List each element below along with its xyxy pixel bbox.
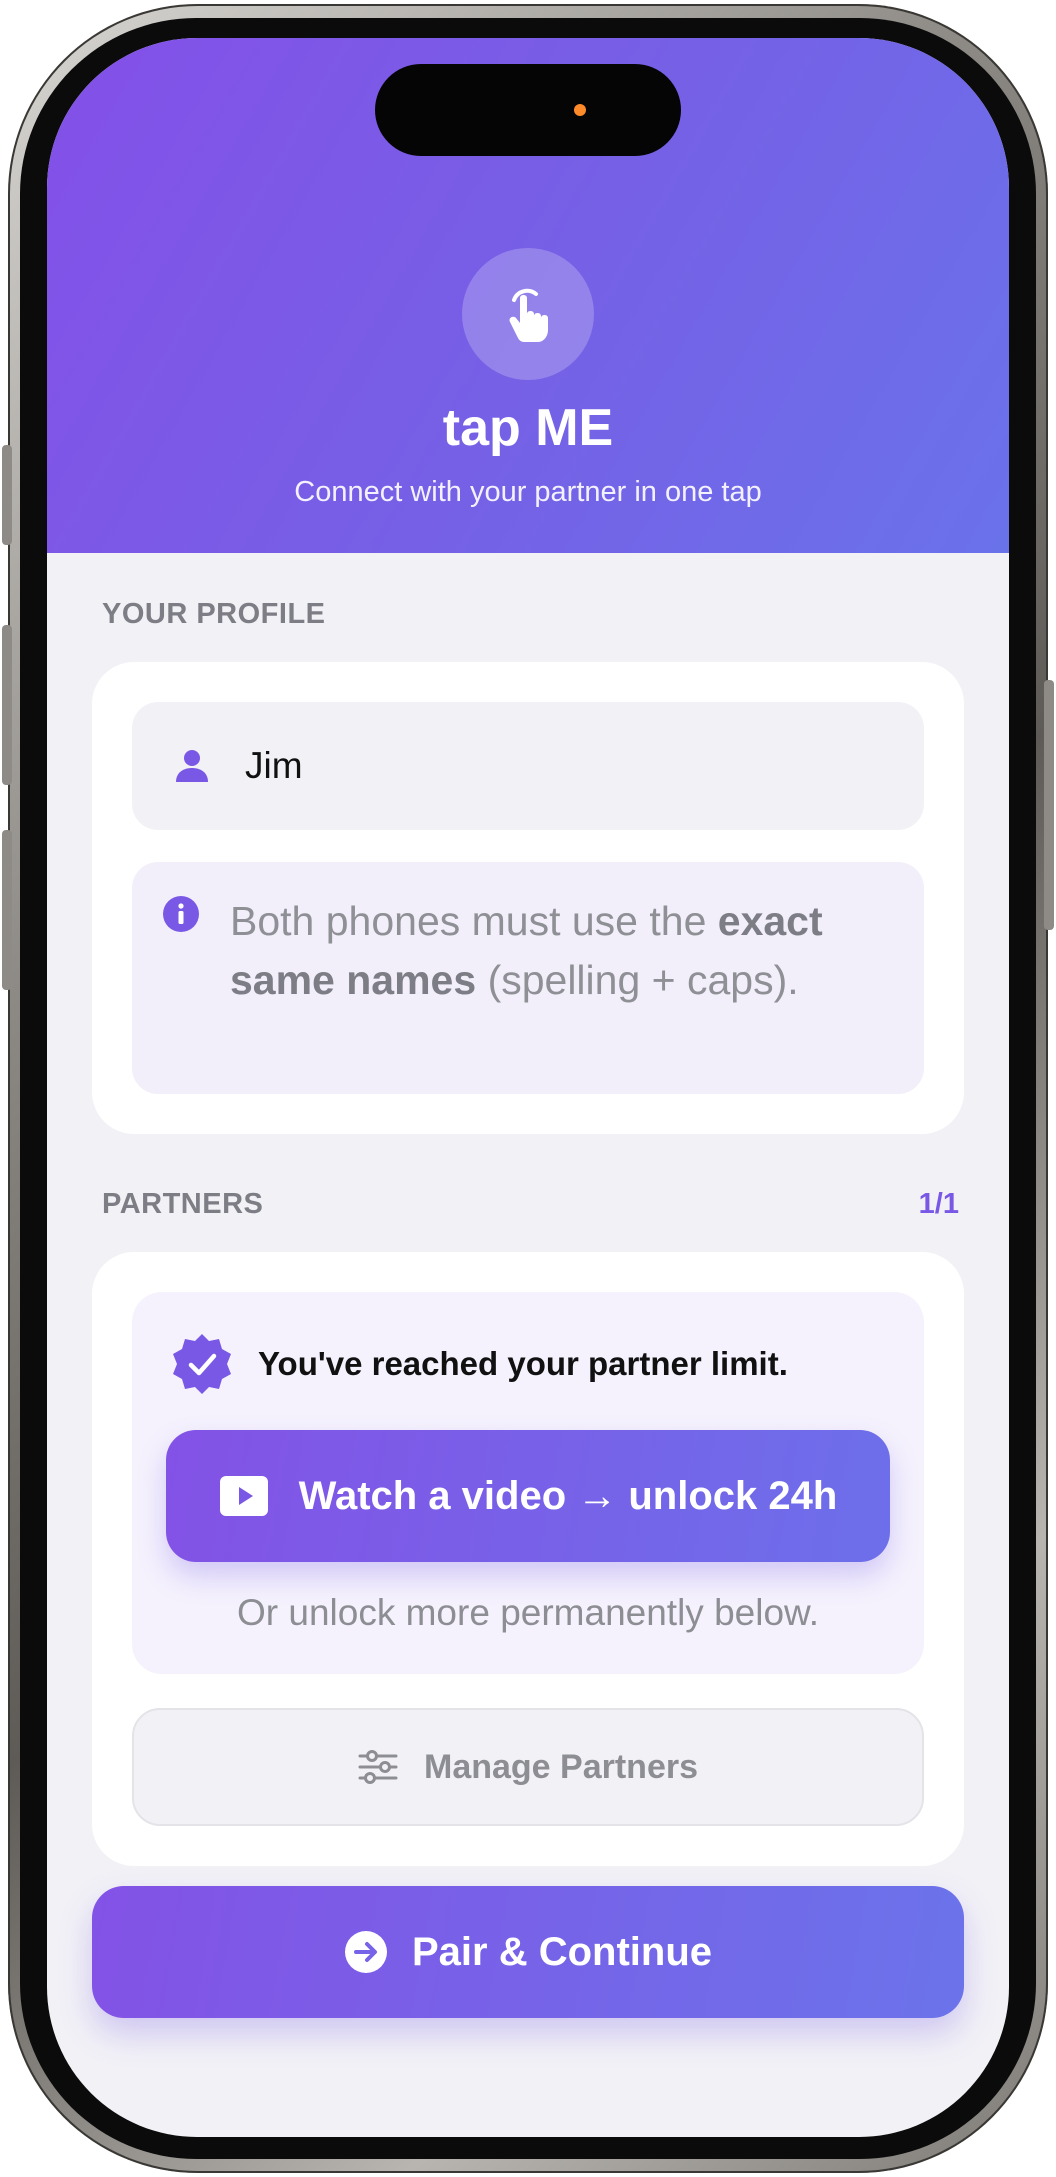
name-input[interactable]: Jim (132, 702, 924, 830)
hand-tap-icon (509, 288, 548, 342)
pair-continue-label: Pair & Continue (411, 1929, 713, 1974)
camera-indicator (574, 104, 586, 116)
app-logo (462, 248, 594, 380)
info-text-before: Both phones must use the (230, 898, 718, 944)
partner-limit-message: You've reached your partner limit. (258, 1345, 788, 1382)
power-button (1044, 680, 1054, 930)
name-value: Jim (245, 745, 303, 786)
profile-card: Jim Both phones must use the exact same … (92, 662, 964, 1134)
partners-count: 1/1 (918, 1188, 959, 1220)
partner-limit-box: You've reached your partner limit. Watch… (132, 1292, 924, 1674)
sliders-icon (358, 1750, 398, 1784)
play-icon (219, 1476, 268, 1516)
manage-partners-label: Manage Partners (424, 1747, 698, 1786)
pair-continue-button[interactable]: Pair & Continue (92, 1886, 964, 2018)
app-screen: tap ME Connect with your partner in one … (47, 38, 1009, 2137)
info-text: Both phones must use the exact same name… (230, 892, 890, 1010)
unlock-hint: Or unlock more permanently below. (237, 1592, 819, 1633)
app-title: tap ME (442, 399, 614, 457)
volume-up-button (2, 625, 12, 785)
watch-video-label: Watch a video → unlock 24h (298, 1473, 838, 1518)
volume-down-button (2, 830, 12, 990)
watch-video-button[interactable]: Watch a video → unlock 24h (166, 1430, 890, 1562)
profile-section-label: YOUR PROFILE (102, 598, 326, 630)
arrow-right-circle-icon (344, 1931, 387, 1973)
info-text-after: (spelling + caps). (476, 957, 799, 1003)
app-subtitle: Connect with your partner in one tap (294, 476, 762, 508)
manage-partners-button[interactable]: Manage Partners (132, 1708, 924, 1826)
dynamic-island (375, 64, 681, 156)
partners-card: You've reached your partner limit. Watch… (92, 1252, 964, 1866)
verified-badge-icon (173, 1334, 231, 1394)
partners-section-label: PARTNERS (102, 1188, 264, 1220)
person-icon (176, 750, 208, 782)
name-info-note: Both phones must use the exact same name… (132, 862, 924, 1094)
partner-limit-row: You've reached your partner limit. (170, 1332, 788, 1396)
info-icon (163, 896, 199, 932)
action-button (2, 445, 12, 545)
